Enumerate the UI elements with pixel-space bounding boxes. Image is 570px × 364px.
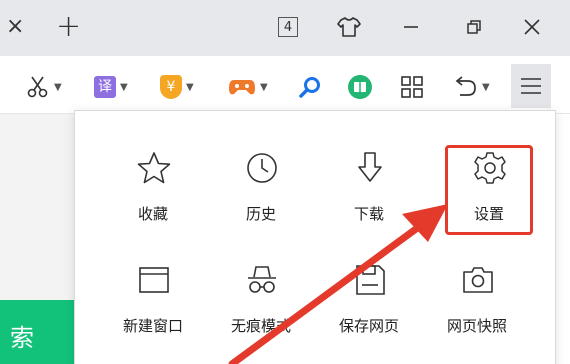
annotation-arrow bbox=[228, 204, 448, 364]
